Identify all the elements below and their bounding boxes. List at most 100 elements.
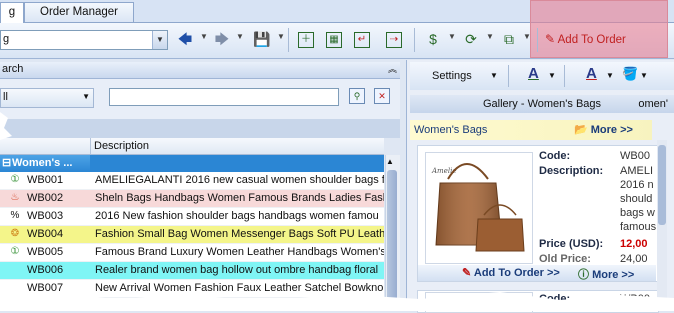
old-price-label: Old Price: (539, 253, 591, 265)
grid-edit-icon[interactable]: ▦ (326, 32, 342, 48)
grid-body: ⊟ Women's ... ① WB001 AMELIEGALANTI 2016 n… (0, 155, 384, 311)
clear-search-icon[interactable]: ✕ (374, 88, 390, 104)
price-value: 12,00 (620, 238, 648, 250)
card-more-label: More >> (592, 269, 635, 281)
group-row-fill (90, 155, 384, 172)
code-value: WB00 (620, 150, 650, 162)
row-code: WB006 (27, 264, 64, 276)
card-more-link[interactable]: ⓘ More >> (578, 266, 634, 282)
row-code: WB001 (27, 174, 64, 186)
badge-icon: ① (10, 174, 20, 185)
table-row[interactable]: WB007 New Arrival Women Fashion Faux Leat… (0, 280, 384, 298)
row-code: WB005 (27, 246, 64, 258)
catalog-combo[interactable]: g ▼ (0, 30, 168, 50)
folder-icon: 📂 (574, 124, 588, 136)
description-line: 2016 n (620, 179, 654, 191)
gallery-title: Gallery - Women's Bags (482, 98, 602, 110)
gallery-title-bar: Gallery - Women's Bags omen' (410, 95, 674, 113)
save-icon[interactable]: 💾 (253, 30, 271, 48)
search-field-value: ll (3, 91, 8, 103)
table-row[interactable]: ♨ WB002 Sheln Bags Handbags Women Famous B… (0, 190, 384, 208)
chevron-down-icon[interactable]: ▼ (640, 71, 648, 80)
table-row[interactable]: ❂ WB004 Fashion Small Bag Women Messenger … (0, 226, 384, 244)
chevron-down-icon[interactable]: ▼ (152, 31, 167, 49)
chevron-down-icon[interactable]: ▼ (82, 92, 90, 101)
gallery-scroll-thumb[interactable] (658, 145, 666, 225)
gallery-title-overflow: omen' (638, 98, 668, 110)
expand-icon[interactable]: ⊟ (2, 155, 11, 172)
description-line: should (620, 193, 653, 205)
grid-scroll-thumb[interactable] (387, 170, 397, 311)
product-photo[interactable] (425, 292, 533, 313)
search-input[interactable] (109, 88, 339, 106)
card-add-to-order-button[interactable]: ✎ Add To Order >> (462, 266, 560, 279)
code-value: WB00 (620, 293, 650, 305)
toolbar-separator (508, 65, 509, 87)
flame-icon: ♨ (10, 192, 20, 203)
copy-icon[interactable]: ⧉ (500, 30, 518, 48)
tab-order-manager[interactable]: Order Manager (24, 2, 134, 22)
refresh-icon[interactable]: ⟳ (462, 30, 480, 48)
add-to-order-button[interactable]: ✎ Add To Order (545, 32, 626, 46)
price-label: Price (USD): (539, 238, 604, 250)
card-add-to-order-label: Add To Order >> (473, 267, 560, 279)
search-panel-title: arch (2, 63, 24, 75)
collapse-icon[interactable]: ︽ (388, 62, 397, 75)
font-highlight-icon[interactable]: A (586, 65, 597, 82)
currency-icon[interactable]: $ (424, 30, 442, 48)
row-description: 2016 New fashion shoulder bags handbags … (95, 210, 379, 222)
chevron-down-icon[interactable]: ▼ (448, 32, 456, 41)
description-line: bags w (620, 207, 655, 219)
add-order-icon: ✎ (462, 267, 472, 279)
column-header-description[interactable]: Description (94, 140, 149, 152)
code-label: Code: (539, 293, 571, 305)
add-to-order-highlight (530, 0, 668, 58)
toolbar-separator (564, 65, 565, 87)
category-label: Women's Bags (414, 124, 488, 136)
add-order-icon: ✎ (545, 32, 556, 46)
back-arrow-icon[interactable]: 🡄 (176, 30, 194, 48)
chevron-down-icon[interactable]: ▼ (486, 32, 494, 41)
grid-header: Description (0, 138, 384, 155)
group-label: Women's ... (12, 157, 73, 169)
row-description: AMELIEGALANTI 2016 new casual women shou… (95, 174, 384, 186)
grid-export-icon[interactable]: ⇢ (386, 32, 402, 48)
chevron-down-icon[interactable]: ▼ (606, 71, 614, 80)
panel-gap (0, 119, 400, 138)
description-line: famous (620, 221, 657, 233)
chevron-down-icon[interactable]: ▼ (490, 71, 498, 80)
table-row[interactable]: ① WB001 AMELIEGALANTI 2016 new casual wome… (0, 172, 384, 190)
table-row[interactable]: % WB003 2016 New fashion shoulder bags han… (0, 208, 384, 226)
chevron-down-icon[interactable]: ▼ (277, 32, 285, 41)
handbag-image (435, 163, 525, 252)
category-more-link[interactable]: 📂 More >> (574, 120, 633, 140)
table-row[interactable]: WB006 Realer brand women bag hollow out o… (0, 262, 384, 280)
category-bar: Women's Bags 📂 More >> (410, 120, 652, 140)
forward-arrow-icon[interactable]: 🡆 (213, 30, 231, 48)
row-description: Fashion Small Bag Women Messenger Bags S… (95, 228, 384, 240)
search-field-combo[interactable]: ll ▼ (0, 88, 94, 108)
chevron-down-icon[interactable]: ▼ (236, 32, 244, 41)
chevron-down-icon[interactable]: ▼ (200, 32, 208, 41)
settings-button[interactable]: Settings (432, 70, 472, 82)
more-label: More >> (590, 124, 633, 136)
grid-add-icon[interactable]: ＋ (298, 32, 314, 48)
product-photo[interactable]: Amelie (425, 152, 533, 264)
row-description: Sheln Bags Handbags Women Famous Brands … (95, 192, 384, 204)
font-color-icon[interactable]: A (528, 65, 539, 82)
toolbar-separator (288, 28, 289, 52)
search-button-icon[interactable]: ⚲ (349, 88, 365, 104)
row-code: WB003 (27, 210, 64, 222)
fill-color-icon[interactable]: 🪣 (622, 66, 638, 82)
row-code: WB007 (27, 282, 64, 294)
description-label: Description: (539, 165, 604, 177)
add-to-order-label: Add To Order (557, 34, 626, 46)
group-row[interactable]: ⊟ Women's ... (0, 155, 384, 173)
tab-catalog[interactable]: g (0, 2, 24, 23)
table-row[interactable]: ① WB005 Famous Brand Luxury Women Leather … (0, 244, 384, 262)
toolbar-separator (537, 28, 538, 52)
chevron-down-icon[interactable]: ▼ (548, 71, 556, 80)
row-description: Realer brand women bag hollow out ombre … (95, 264, 379, 276)
scroll-up-icon[interactable]: ▲ (386, 157, 394, 166)
grid-import-icon[interactable]: ↵ (354, 32, 370, 48)
